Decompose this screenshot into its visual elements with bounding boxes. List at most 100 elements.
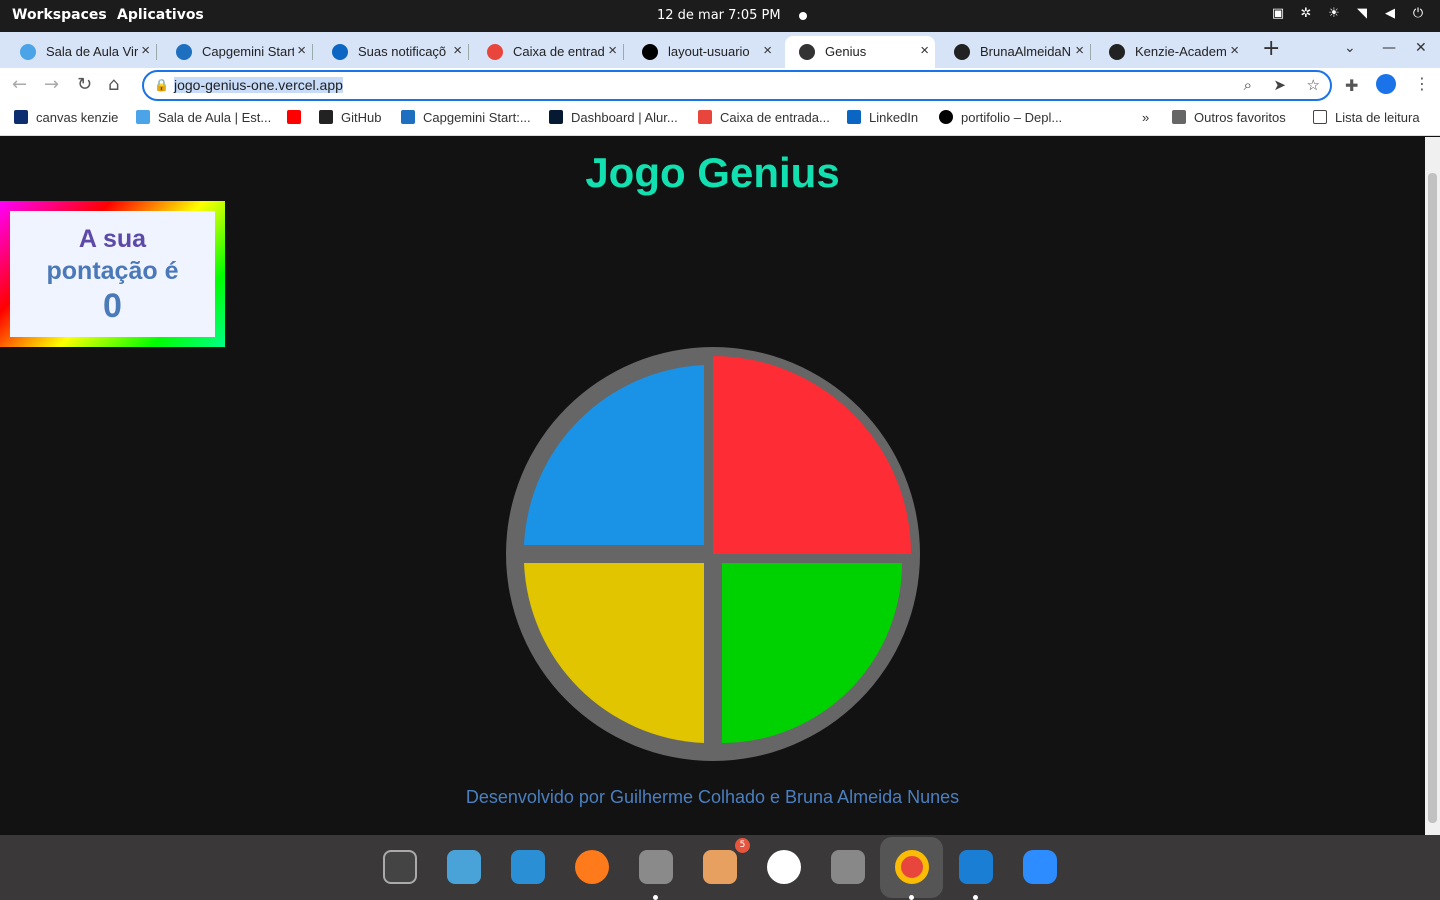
bookmarks-bar: canvas kenzie Sala de Aula | Est... GitH… <box>0 102 1440 136</box>
github-icon <box>319 110 333 124</box>
file-manager-icon[interactable] <box>447 850 481 884</box>
zoom-app-icon[interactable] <box>1023 850 1057 884</box>
slack-tray-icon[interactable]: ✲ <box>1298 6 1314 22</box>
bookmark-gmail[interactable]: Caixa de entrada... <box>698 110 830 125</box>
address-bar[interactable]: 🔒 jogo-genius-one.vercel.app ⌕ ➤ ☆ <box>142 70 1332 101</box>
tab-label: Caixa de entrad <box>513 44 605 59</box>
bookmark-capgemini[interactable]: Capgemini Start:... <box>401 110 531 125</box>
navigation-bar: ← → ↻ ⌂ 🔒 jogo-genius-one.vercel.app ⌕ ➤… <box>0 68 1440 102</box>
score-panel-inner: A sua pontação é 0 <box>10 211 215 337</box>
tab-linkedin[interactable]: Suas notificaçõ × <box>318 36 469 68</box>
extensions-icon[interactable]: ✚ <box>1345 76 1358 95</box>
power-icon[interactable]: ⏻ <box>1410 6 1426 22</box>
close-icon[interactable]: × <box>1230 42 1239 59</box>
profile-avatar[interactable] <box>1376 74 1396 94</box>
score-value: 0 <box>103 287 122 325</box>
tab-layout-usuario[interactable]: layout-usuario × <box>628 36 778 68</box>
forward-icon[interactable]: → <box>44 74 59 95</box>
settings-gear-icon[interactable] <box>831 850 865 884</box>
tab-favicon-icon <box>1109 44 1125 60</box>
tab-genius[interactable]: Genius × <box>785 36 935 68</box>
tab-github-bruna[interactable]: BrunaAlmeidaN × <box>940 36 1091 68</box>
tab-label: BrunaAlmeidaN <box>980 44 1072 59</box>
url-text[interactable]: jogo-genius-one.vercel.app <box>174 77 343 93</box>
bookmark-youtube[interactable] <box>287 110 309 125</box>
tab-favicon-icon <box>176 44 192 60</box>
close-icon[interactable]: × <box>141 42 150 59</box>
chrome-icon[interactable] <box>895 850 929 884</box>
home-icon[interactable]: ⌂ <box>108 74 119 95</box>
system-tray[interactable]: ▣ ✲ ☀ ◥ ◀ ⏻ <box>1270 6 1426 22</box>
tab-sala-de-aula[interactable]: Sala de Aula Vir × <box>6 36 157 68</box>
bookmark-sala-de-aula[interactable]: Sala de Aula | Est... <box>136 110 271 125</box>
applications-button[interactable]: Aplicativos <box>117 7 204 23</box>
send-icon[interactable]: ➤ <box>1273 76 1286 94</box>
vscode-icon[interactable] <box>959 850 993 884</box>
page-title: Jogo Genius <box>585 149 840 196</box>
tab-favicon-icon <box>642 44 658 60</box>
tab-gmail[interactable]: Caixa de entrad × <box>473 36 624 68</box>
red-button[interactable] <box>713 356 911 554</box>
tab-favicon-icon <box>799 44 815 60</box>
score-label-line2: pontação é <box>46 257 179 285</box>
bookmark-alura[interactable]: Dashboard | Alur... <box>549 110 678 125</box>
minimize-icon[interactable]: — <box>1382 40 1396 56</box>
files-icon[interactable] <box>639 850 673 884</box>
bookmark-portfolio[interactable]: portifolio – Depl... <box>939 110 1062 125</box>
new-tab-button[interactable]: + <box>1262 36 1280 61</box>
store-icon[interactable] <box>703 850 737 884</box>
folder-icon <box>1172 110 1186 124</box>
brightness-icon[interactable]: ☀ <box>1326 6 1342 22</box>
score-label-line1: A sua <box>78 225 147 253</box>
firefox-icon[interactable] <box>575 850 609 884</box>
page-scrollbar[interactable] <box>1425 137 1440 835</box>
reload-icon[interactable]: ↻ <box>77 74 92 95</box>
slack-icon[interactable] <box>767 850 801 884</box>
display-icon[interactable]: ▣ <box>1270 6 1286 22</box>
volume-icon[interactable]: ◀ <box>1382 6 1398 22</box>
app-grid-icon[interactable] <box>511 850 545 884</box>
close-icon[interactable]: × <box>1075 42 1084 59</box>
back-icon[interactable]: ← <box>12 74 27 95</box>
bookmark-canvas-kenzie[interactable]: canvas kenzie <box>14 110 118 125</box>
zoom-icon[interactable]: ⌕ <box>1244 76 1252 94</box>
notification-badge: 5 <box>735 838 750 853</box>
terminal-icon[interactable] <box>383 850 417 884</box>
close-icon[interactable]: × <box>297 42 306 59</box>
close-window-icon[interactable]: ✕ <box>1415 40 1427 56</box>
close-icon[interactable]: × <box>763 42 772 59</box>
scrollbar-thumb[interactable] <box>1428 173 1437 823</box>
tab-favicon-icon <box>20 44 36 60</box>
bookmark-github[interactable]: GitHub <box>319 110 381 125</box>
tab-label: Sala de Aula Vir <box>46 44 138 59</box>
tab-search-icon[interactable]: ⌄ <box>1344 40 1356 56</box>
green-button[interactable] <box>722 563 902 743</box>
wifi-icon[interactable]: ◥ <box>1354 6 1370 22</box>
gmail-icon <box>698 110 712 124</box>
reading-list-button[interactable]: Lista de leitura <box>1313 110 1420 125</box>
running-indicator <box>909 895 914 900</box>
tab-label: Suas notificaçõ <box>358 44 447 59</box>
web-page: Jogo Genius A sua pontação é 0 Desenvolv… <box>0 137 1425 835</box>
other-bookmarks-folder[interactable]: Outros favoritos <box>1172 110 1286 125</box>
close-icon[interactable]: × <box>453 42 462 59</box>
bookmark-icon <box>549 110 563 124</box>
bookmark-linkedin[interactable]: LinkedIn <box>847 110 918 125</box>
running-indicator <box>653 895 658 900</box>
close-icon[interactable]: × <box>920 42 929 59</box>
score-panel: A sua pontação é 0 <box>0 201 225 347</box>
bookmark-icon <box>136 110 150 124</box>
clock[interactable]: 12 de mar 7:05 PM <box>657 8 781 23</box>
workspaces-button[interactable]: Workspaces <box>12 7 107 23</box>
bookmark-star-icon[interactable]: ☆ <box>1307 76 1320 94</box>
tab-capgemini[interactable]: Capgemini Start × <box>162 36 313 68</box>
tab-strip: Sala de Aula Vir × Capgemini Start × Suas … <box>0 32 1440 68</box>
system-top-bar: Workspaces Aplicativos 12 de mar 7:05 PM… <box>0 0 1440 32</box>
menu-icon[interactable]: ⋮ <box>1414 74 1430 93</box>
close-icon[interactable]: × <box>608 42 617 59</box>
lock-icon[interactable]: 🔒 <box>154 78 169 92</box>
tab-kenzie-academy[interactable]: Kenzie-Academ × <box>1095 36 1245 68</box>
bookmark-icon <box>939 110 953 124</box>
tab-label: Capgemini Start <box>202 44 294 59</box>
bookmarks-overflow-button[interactable]: » <box>1142 110 1149 125</box>
